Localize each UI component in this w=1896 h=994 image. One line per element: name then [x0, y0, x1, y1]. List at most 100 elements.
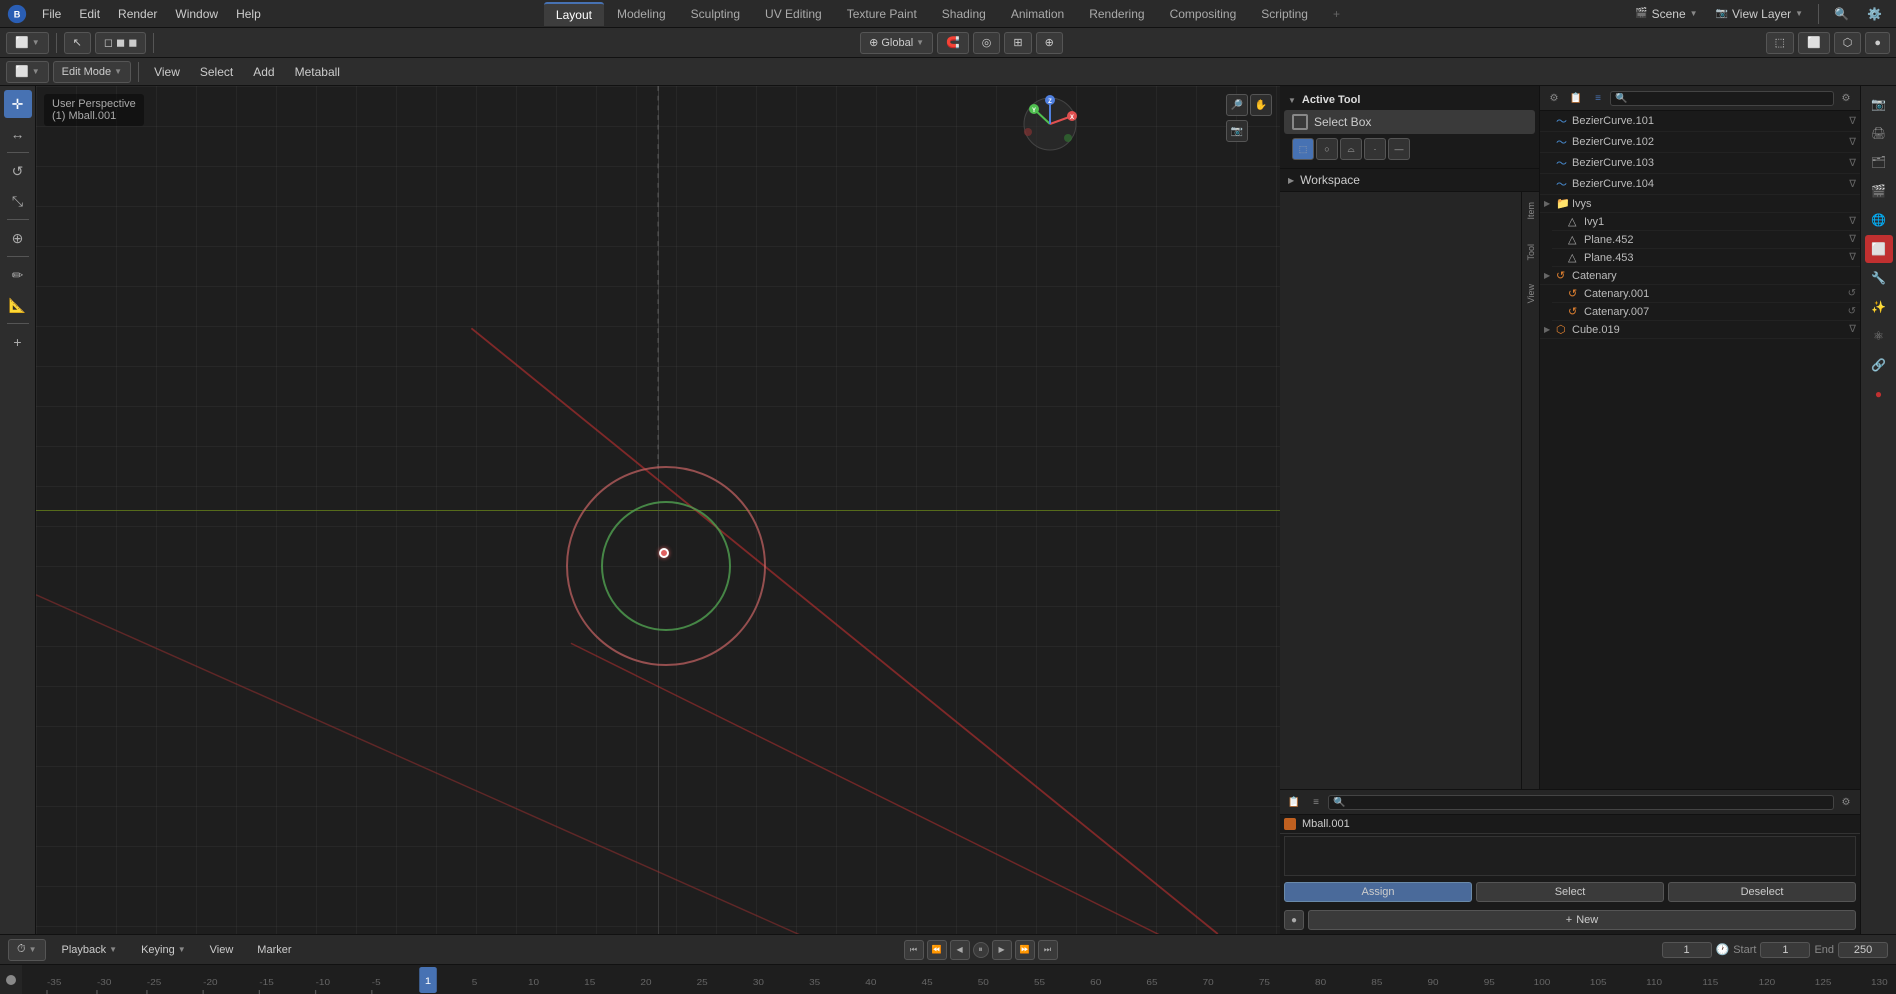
snap-btn[interactable]: 🧲: [937, 32, 969, 54]
tree-item-catenary007[interactable]: ↺ Catenary.007 ↺: [1552, 303, 1860, 321]
file-menu[interactable]: File: [34, 5, 69, 23]
select-box-btn[interactable]: ⬚: [1292, 138, 1314, 160]
tree-item-bezier101[interactable]: 〜 BezierCurve.101 ∇: [1540, 111, 1860, 132]
assign-btn[interactable]: Assign: [1284, 882, 1472, 902]
material-slot-item[interactable]: Mball.001: [1280, 815, 1860, 834]
tree-item-bezier102[interactable]: 〜 BezierCurve.102 ∇: [1540, 132, 1860, 153]
tab-add[interactable]: +: [1321, 3, 1352, 25]
tree-item-ivys[interactable]: ▶ 📁 Ivys: [1540, 195, 1860, 213]
output-props-btn[interactable]: 🖨: [1865, 119, 1893, 147]
scene-tree-type-btn[interactable]: 📋: [1566, 88, 1586, 108]
rotate-tool-btn[interactable]: ↺: [4, 157, 32, 185]
viewport-shading-wire[interactable]: ⬚: [1766, 32, 1794, 54]
mode-selector-btn[interactable]: ↖: [64, 32, 91, 54]
marker-btn[interactable]: Marker: [249, 939, 299, 961]
tree-item-bezier103[interactable]: 〜 BezierCurve.103 ∇: [1540, 153, 1860, 174]
constraints-props-btn[interactable]: 🔗: [1865, 351, 1893, 379]
timeline-track[interactable]: -35 -30 -25 -20 -15 -10 -5 1: [22, 965, 1896, 994]
move-tool-btn[interactable]: ↔: [4, 120, 32, 148]
particles-props-btn[interactable]: ✨: [1865, 293, 1893, 321]
deselect-btn[interactable]: Deselect: [1668, 882, 1856, 902]
tab-shading[interactable]: Shading: [930, 3, 998, 25]
edit-menu[interactable]: Edit: [71, 5, 108, 23]
tab-texture-paint[interactable]: Texture Paint: [835, 3, 929, 25]
tree-item-catenary[interactable]: ▶ ↺ Catenary: [1540, 267, 1860, 285]
viewport-shading-render[interactable]: ●: [1865, 32, 1890, 54]
overlay-btn[interactable]: ⊞: [1004, 32, 1031, 54]
scene-tree-mode-btn[interactable]: ≡: [1588, 88, 1608, 108]
viewport-3d[interactable]: User Perspective (1) Mball.001 X Y Z: [36, 86, 1280, 934]
tree-item-bezier104[interactable]: 〜 BezierCurve.104 ∇: [1540, 174, 1860, 195]
blender-logo[interactable]: B: [6, 3, 28, 25]
gizmo-btn[interactable]: ⊕: [1036, 32, 1063, 54]
viewport-shading-solid[interactable]: ⬜: [1798, 32, 1830, 54]
window-menu[interactable]: Window: [167, 5, 226, 23]
jump-end-btn[interactable]: ⏭: [1038, 940, 1058, 960]
keying-btn[interactable]: Keying ▼: [133, 939, 194, 961]
prev-keyframe-btn[interactable]: ⏪: [927, 940, 947, 960]
props-type-btn[interactable]: 📋: [1284, 792, 1304, 812]
tab-rendering[interactable]: Rendering: [1077, 3, 1156, 25]
select-menu-btn[interactable]: Select: [192, 63, 241, 81]
transform-tool-btn[interactable]: ⊕: [4, 224, 32, 252]
item-label[interactable]: Item: [1524, 200, 1538, 222]
zoom-out-btn[interactable]: ✋: [1250, 94, 1272, 116]
editor-type-btn-2[interactable]: ⬜ ▼: [6, 61, 49, 83]
new-material-btn[interactable]: + New: [1308, 910, 1856, 930]
select-mode-btn[interactable]: ◻ ◼ ◼: [95, 32, 147, 54]
tree-item-plane453[interactable]: △ Plane.453 ∇: [1552, 249, 1860, 267]
navigation-gizmo[interactable]: X Y Z: [1020, 94, 1080, 157]
view-layer-props-btn[interactable]: 🗂: [1865, 148, 1893, 176]
material-icon-btn[interactable]: ●: [1284, 910, 1304, 930]
workspace-row[interactable]: ▶ Workspace: [1280, 169, 1539, 192]
view-label[interactable]: View: [1524, 282, 1538, 305]
select-mode-edge[interactable]: —: [1388, 138, 1410, 160]
add-menu-btn[interactable]: Add: [245, 63, 282, 81]
edit-mode-dropdown[interactable]: Edit Mode ▼: [53, 61, 131, 83]
annotate-tool-btn[interactable]: ✏: [4, 261, 32, 289]
props-search-input[interactable]: [1328, 795, 1834, 810]
material-props-btn[interactable]: ●: [1865, 380, 1893, 408]
view-menu-btn[interactable]: View: [146, 63, 188, 81]
active-tool-header[interactable]: ▼ Active Tool: [1284, 90, 1535, 110]
scene-tree-filter-btn[interactable]: ⚙: [1544, 88, 1564, 108]
select-btn[interactable]: Select: [1476, 882, 1664, 902]
metaball-menu-btn[interactable]: Metaball: [287, 63, 348, 81]
help-menu[interactable]: Help: [228, 5, 269, 23]
tab-compositing[interactable]: Compositing: [1158, 3, 1249, 25]
search-btn[interactable]: 🔍: [1828, 5, 1855, 23]
object-props-btn[interactable]: ⬜: [1865, 235, 1893, 263]
render-props-btn[interactable]: 📷: [1865, 90, 1893, 118]
play-pause-btn[interactable]: ⏸: [973, 942, 989, 958]
select-lasso-btn[interactable]: ⌓: [1340, 138, 1362, 160]
zoom-in-btn[interactable]: 🔎: [1226, 94, 1248, 116]
select-circle-btn[interactable]: ○: [1316, 138, 1338, 160]
start-frame-input[interactable]: [1760, 942, 1810, 958]
proportional-btn[interactable]: ◎: [973, 32, 1001, 54]
tab-animation[interactable]: Animation: [999, 3, 1076, 25]
tree-item-ivy1[interactable]: △ Ivy1 ∇: [1552, 213, 1860, 231]
end-frame-input[interactable]: [1838, 942, 1888, 958]
prev-frame-btn[interactable]: ◀: [950, 940, 970, 960]
tab-scripting[interactable]: Scripting: [1249, 3, 1320, 25]
cursor-tool-btn[interactable]: ✛: [4, 90, 32, 118]
props-mode-btn[interactable]: ≡: [1306, 792, 1326, 812]
tree-item-plane452[interactable]: △ Plane.452 ∇: [1552, 231, 1860, 249]
tab-layout[interactable]: Layout: [544, 2, 604, 26]
tool-label[interactable]: Tool: [1524, 242, 1538, 263]
next-keyframe-btn[interactable]: ⏩: [1015, 940, 1035, 960]
editor-type-btn[interactable]: ⬜ ▼: [6, 32, 49, 54]
scene-tree-search-input[interactable]: [1610, 91, 1834, 106]
physics-props-btn[interactable]: ⚛: [1865, 322, 1893, 350]
view-camera-btn[interactable]: 📷: [1226, 120, 1248, 142]
tab-modeling[interactable]: Modeling: [605, 3, 678, 25]
scene-filter-icon-btn[interactable]: ⚙: [1836, 88, 1856, 108]
view-layer-selector[interactable]: 📷 View Layer ▼: [1710, 5, 1810, 23]
tab-uv-editing[interactable]: UV Editing: [753, 3, 834, 25]
measure-tool-btn[interactable]: 📐: [4, 291, 32, 319]
render-menu[interactable]: Render: [110, 5, 165, 23]
view-btn[interactable]: View: [202, 939, 242, 961]
scale-tool-btn[interactable]: ⤡: [4, 187, 32, 215]
transform-space-dropdown[interactable]: ⊕ Global ▼: [860, 32, 933, 54]
tree-item-cube019[interactable]: ▶ ⬡ Cube.019 ∇: [1540, 321, 1860, 339]
